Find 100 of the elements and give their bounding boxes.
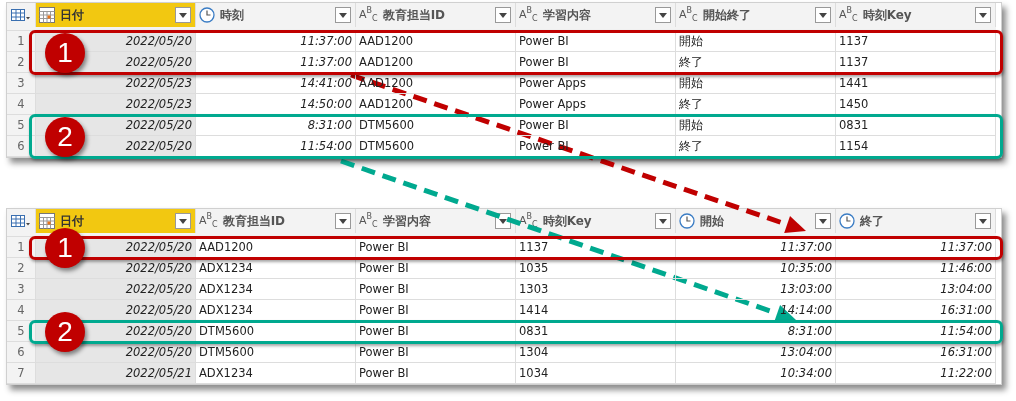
table-cell: 13:03:00: [676, 279, 836, 300]
column-title: 日付: [60, 6, 85, 24]
table-cell: 14:41:00: [196, 73, 356, 94]
table-cell: 1304: [516, 342, 676, 363]
row-number: 3: [7, 279, 36, 300]
table-menu-icon[interactable]: [7, 3, 36, 27]
caret-icon: [659, 12, 667, 18]
filter-dropdown-button[interactable]: [975, 213, 991, 229]
column-header[interactable]: A$^{B}$$_{C}$ 時刻Key: [836, 3, 996, 27]
caret-icon: [339, 12, 347, 18]
table-cell: AAD1200: [356, 52, 516, 73]
column-title: 終了: [860, 212, 885, 230]
table-cell: 8:31:00: [196, 115, 356, 136]
caret-icon: [819, 218, 827, 224]
table-cell: 1137: [516, 237, 676, 258]
filter-dropdown-button[interactable]: [495, 7, 511, 23]
filter-dropdown-button[interactable]: [335, 213, 351, 229]
caret-icon: [179, 12, 187, 18]
table-cell: Power Apps: [516, 94, 676, 115]
table-cell: 11:37:00: [836, 237, 996, 258]
table-cell: 1137: [836, 52, 996, 73]
caret-icon: [979, 218, 987, 224]
caret-icon: [179, 218, 187, 224]
table-cell: 11:37:00: [196, 31, 356, 52]
caret-icon: [979, 12, 987, 18]
row-number: 4: [7, 300, 36, 321]
table-cell: AAD1200: [356, 31, 516, 52]
column-header[interactable]: A$^{B}$$_{C}$ 教育担当ID: [356, 3, 516, 27]
table-cell: 14:50:00: [196, 94, 356, 115]
caret-icon: [499, 218, 507, 224]
table-cell: Power BI: [356, 321, 516, 342]
table-cell: DTM5600: [356, 115, 516, 136]
table-cell: Power BI: [516, 52, 676, 73]
column-header[interactable]: A$^{B}$$_{C}$ 学習内容: [516, 3, 676, 27]
table-cell: 1034: [516, 363, 676, 384]
filter-dropdown-button[interactable]: [975, 7, 991, 23]
caret-icon: [339, 218, 347, 224]
table-cell: 11:37:00: [196, 52, 356, 73]
filter-dropdown-button[interactable]: [815, 213, 831, 229]
table-cell: 11:46:00: [836, 258, 996, 279]
clock-icon: [839, 213, 855, 229]
column-title: 日付: [60, 212, 85, 230]
table-cell: ADX1234: [196, 258, 356, 279]
table-cell: Power BI: [356, 237, 516, 258]
table-cell: Power BI: [356, 300, 516, 321]
row-number: 7: [7, 363, 36, 384]
table-cell: 2022/05/20: [36, 279, 196, 300]
table-cell: 8:31:00: [676, 321, 836, 342]
calendar-icon: [39, 213, 55, 229]
table-cell: ADX1234: [196, 279, 356, 300]
filter-dropdown-button[interactable]: [655, 7, 671, 23]
table-menu-icon[interactable]: [7, 209, 36, 233]
table-cell: 11:37:00: [676, 237, 836, 258]
table-cell: ADX1234: [196, 300, 356, 321]
table-cell: 0831: [516, 321, 676, 342]
table-cell: 1303: [516, 279, 676, 300]
table-cell: 1450: [836, 94, 996, 115]
column-title: 学習内容: [542, 6, 592, 24]
table-cell: 開始: [676, 31, 836, 52]
row-number: 4: [7, 94, 36, 115]
column-title: 時刻Key: [542, 212, 593, 230]
table-cell: Power BI: [516, 31, 676, 52]
filter-dropdown-button[interactable]: [655, 213, 671, 229]
table-cell: 11:54:00: [196, 136, 356, 157]
column-title: 時刻: [220, 6, 245, 24]
column-header[interactable]: A$^{B}$$_{C}$ 教育担当ID: [196, 209, 356, 233]
table-cell: DTM5600: [196, 321, 356, 342]
column-title: 教育担当ID: [382, 6, 447, 24]
table-cell: 終了: [676, 136, 836, 157]
table-cell: 13:04:00: [836, 279, 996, 300]
filter-dropdown-button[interactable]: [175, 213, 191, 229]
clock-icon: [199, 7, 215, 23]
filter-dropdown-button[interactable]: [815, 7, 831, 23]
table-cell: 11:54:00: [836, 321, 996, 342]
table-cell: 11:22:00: [836, 363, 996, 384]
filter-dropdown-button[interactable]: [175, 7, 191, 23]
column-header[interactable]: 終了: [836, 209, 996, 233]
column-header[interactable]: 時刻: [196, 3, 356, 27]
table-cell: 1035: [516, 258, 676, 279]
column-header[interactable]: 日付: [36, 3, 196, 27]
table-cell: 10:35:00: [676, 258, 836, 279]
table-cell: 2022/05/23: [36, 73, 196, 94]
table-cell: AAD1200: [356, 94, 516, 115]
column-title: 学習内容: [382, 212, 432, 230]
filter-dropdown-button[interactable]: [335, 7, 351, 23]
table-cell: 1414: [516, 300, 676, 321]
table-cell: 1137: [836, 31, 996, 52]
column-header[interactable]: 開始: [676, 209, 836, 233]
table-cell: Power BI: [356, 342, 516, 363]
column-header[interactable]: 日付: [36, 209, 196, 233]
table-cell: Power BI: [516, 115, 676, 136]
table-cell: Power BI: [356, 363, 516, 384]
table-cell: 1154: [836, 136, 996, 157]
column-header[interactable]: A$^{B}$$_{C}$ 学習内容: [356, 209, 516, 233]
table-cell: 2022/05/23: [36, 94, 196, 115]
table-cell: 0831: [836, 115, 996, 136]
table-cell: Power BI: [356, 279, 516, 300]
column-header[interactable]: A$^{B}$$_{C}$ 開始終了: [676, 3, 836, 27]
table-cell: 16:31:00: [836, 342, 996, 363]
row-number: 6: [7, 342, 36, 363]
